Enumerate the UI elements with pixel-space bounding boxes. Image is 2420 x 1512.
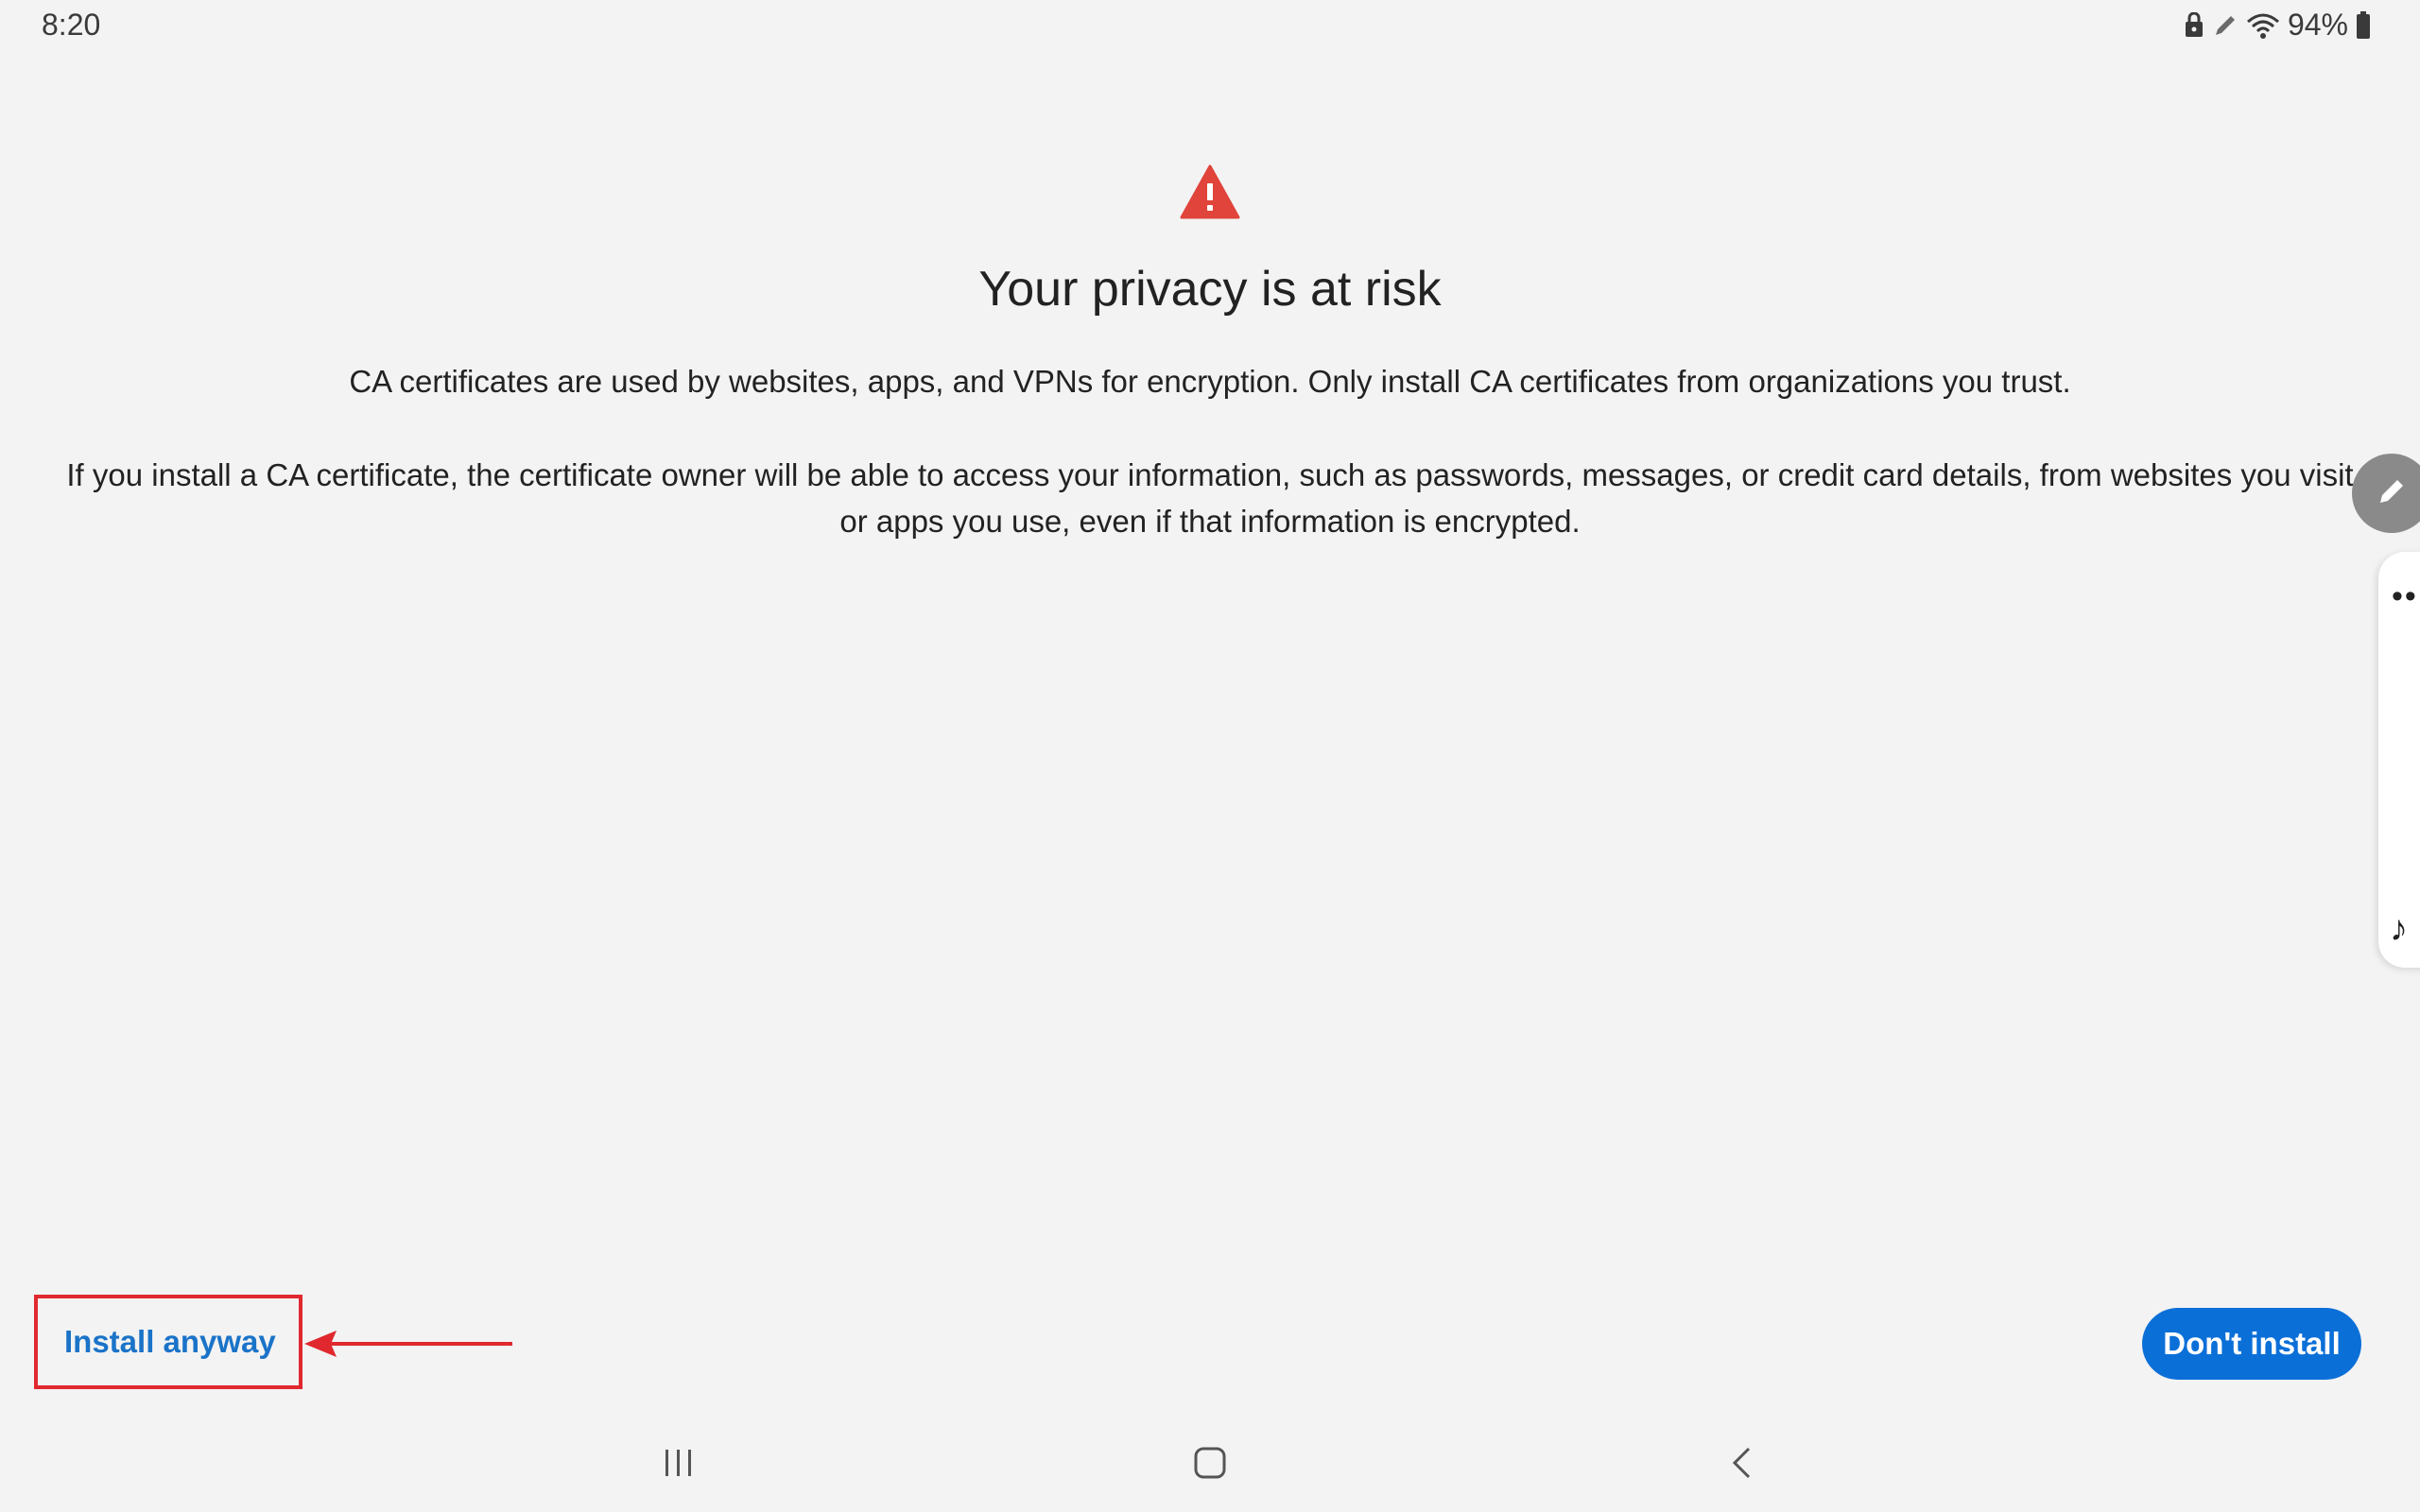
pen-icon bbox=[2373, 472, 2411, 515]
screen: 8:20 94% Your privacy is at risk CA cert… bbox=[0, 0, 2420, 1512]
home-button[interactable] bbox=[1182, 1436, 1238, 1493]
more-dots-icon[interactable]: •• bbox=[2392, 578, 2418, 615]
wifi-icon bbox=[2246, 12, 2280, 39]
highlight-arrow bbox=[304, 1331, 512, 1357]
recent-apps-icon bbox=[662, 1448, 696, 1483]
install-anyway-button[interactable]: Install anyway bbox=[34, 1295, 302, 1389]
back-button[interactable] bbox=[1713, 1436, 1770, 1493]
battery-text: 94% bbox=[2287, 8, 2348, 42]
dont-install-button[interactable]: Don't install bbox=[2142, 1308, 2361, 1380]
back-icon bbox=[1730, 1446, 1753, 1485]
music-note-icon[interactable]: ♪ bbox=[2390, 909, 2408, 950]
description-paragraph-1: CA certificates are used by websites, ap… bbox=[349, 364, 2071, 399]
pen-icon bbox=[2212, 12, 2238, 39]
status-time: 8:20 bbox=[42, 8, 101, 42]
page-title: Your privacy is at risk bbox=[978, 262, 1442, 317]
recent-apps-button[interactable] bbox=[650, 1436, 707, 1493]
status-icons: 94% bbox=[2184, 8, 2371, 43]
lock-icon bbox=[2184, 11, 2204, 39]
description-paragraph-2: If you install a CA certificate, the cer… bbox=[66, 457, 2354, 539]
home-icon bbox=[1193, 1446, 1227, 1485]
battery-icon bbox=[2356, 10, 2371, 40]
warning-triangle-icon bbox=[1180, 164, 1240, 219]
edge-panel[interactable]: •• ♪ bbox=[2378, 552, 2420, 968]
